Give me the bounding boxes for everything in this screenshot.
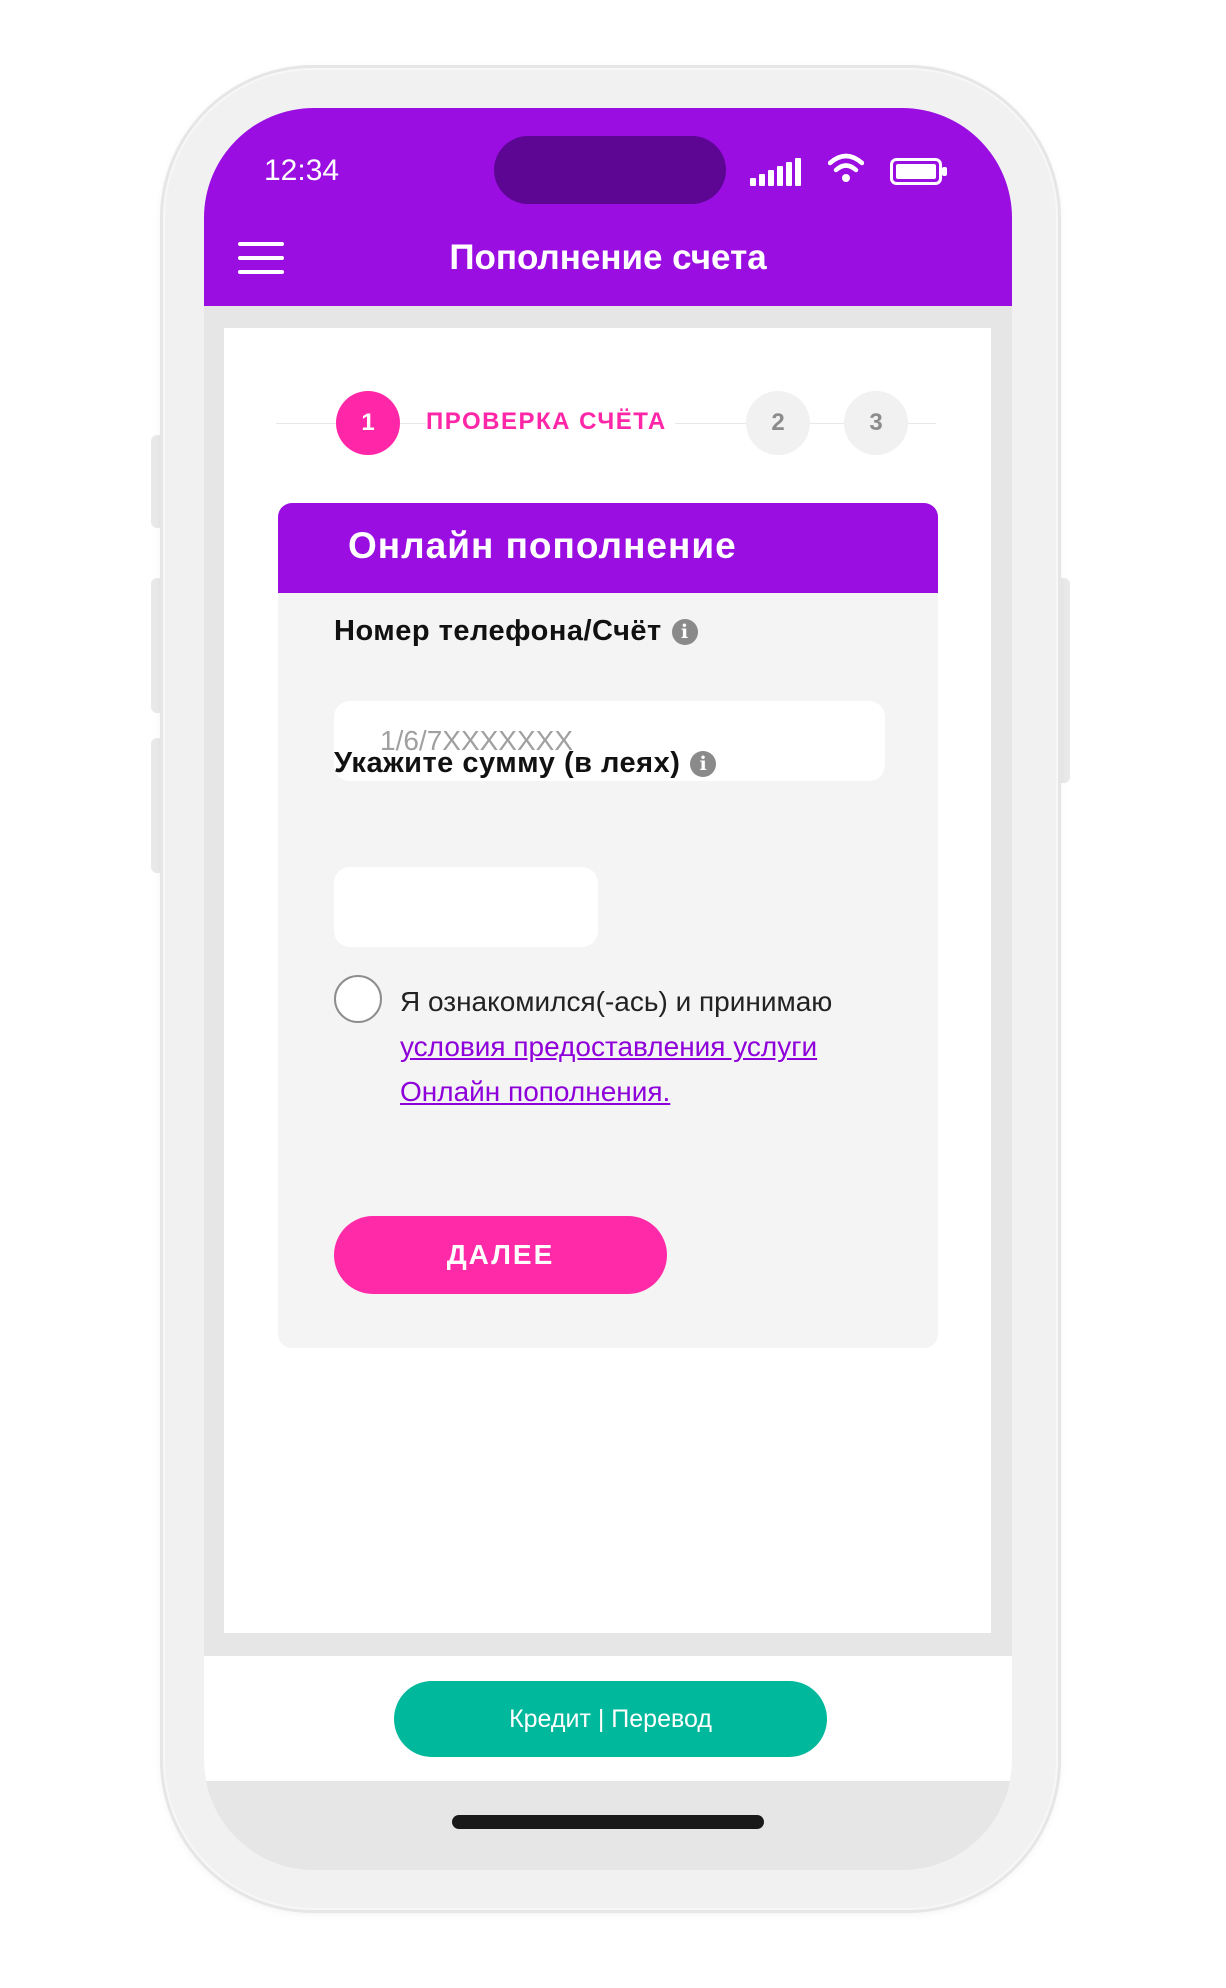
amount-input[interactable] [334,867,598,947]
next-button[interactable]: ДАЛЕЕ [334,1216,667,1294]
step-1: 1 [336,391,400,455]
page-title: Пополнение счета [449,238,767,277]
consent-checkbox[interactable] [334,975,382,1023]
terms-link[interactable]: условия предоставления услуги Онлайн поп… [400,1031,817,1107]
main-content: 1 ПРОВЕРКА СЧЁТА 2 3 Онлайн пополнение Н… [224,328,991,1633]
phone-field-label: Номер телефона/Счёт i [334,615,698,648]
consent-statement: Я ознакомился(-ась) и принимаю [400,986,833,1017]
card-header: Онлайн пополнение [278,503,938,593]
bottom-bar: Кредит | Перевод [204,1656,1012,1781]
topup-form-card: Онлайн пополнение Номер телефона/Счёт i У… [278,503,938,1348]
step-2: 2 [746,391,810,455]
wifi-icon [828,153,864,182]
status-time: 12:34 [264,154,340,187]
info-icon[interactable]: i [690,751,717,777]
progress-stepper: 1 ПРОВЕРКА СЧЁТА 2 3 [224,388,991,458]
step-1-label: ПРОВЕРКА СЧЁТА [426,408,675,436]
dynamic-island [494,136,726,204]
amount-field-label: Укажите сумму (в леях) i [334,747,717,780]
step-3: 3 [844,391,908,455]
phone-label-text: Номер телефона/Счёт [334,615,662,647]
info-icon[interactable]: i [671,619,698,645]
power-button [1056,578,1070,783]
app-header: 12:34 Пополнение счета [204,108,1012,306]
consent-text: Я ознакомился(-ась) и принимаю условия п… [400,979,910,1114]
card-title: Онлайн пополнение [348,525,737,566]
cellular-signal-icon [750,158,802,186]
credit-transfer-button[interactable]: Кредит | Перевод [394,1681,827,1757]
battery-icon [890,158,947,185]
phone-screen: 12:34 Пополнение счета 1 ПРОВЕРКА СЧЁТА … [204,108,1012,1870]
home-indicator[interactable] [452,1815,764,1829]
amount-label-text: Укажите сумму (в леях) [334,747,681,779]
